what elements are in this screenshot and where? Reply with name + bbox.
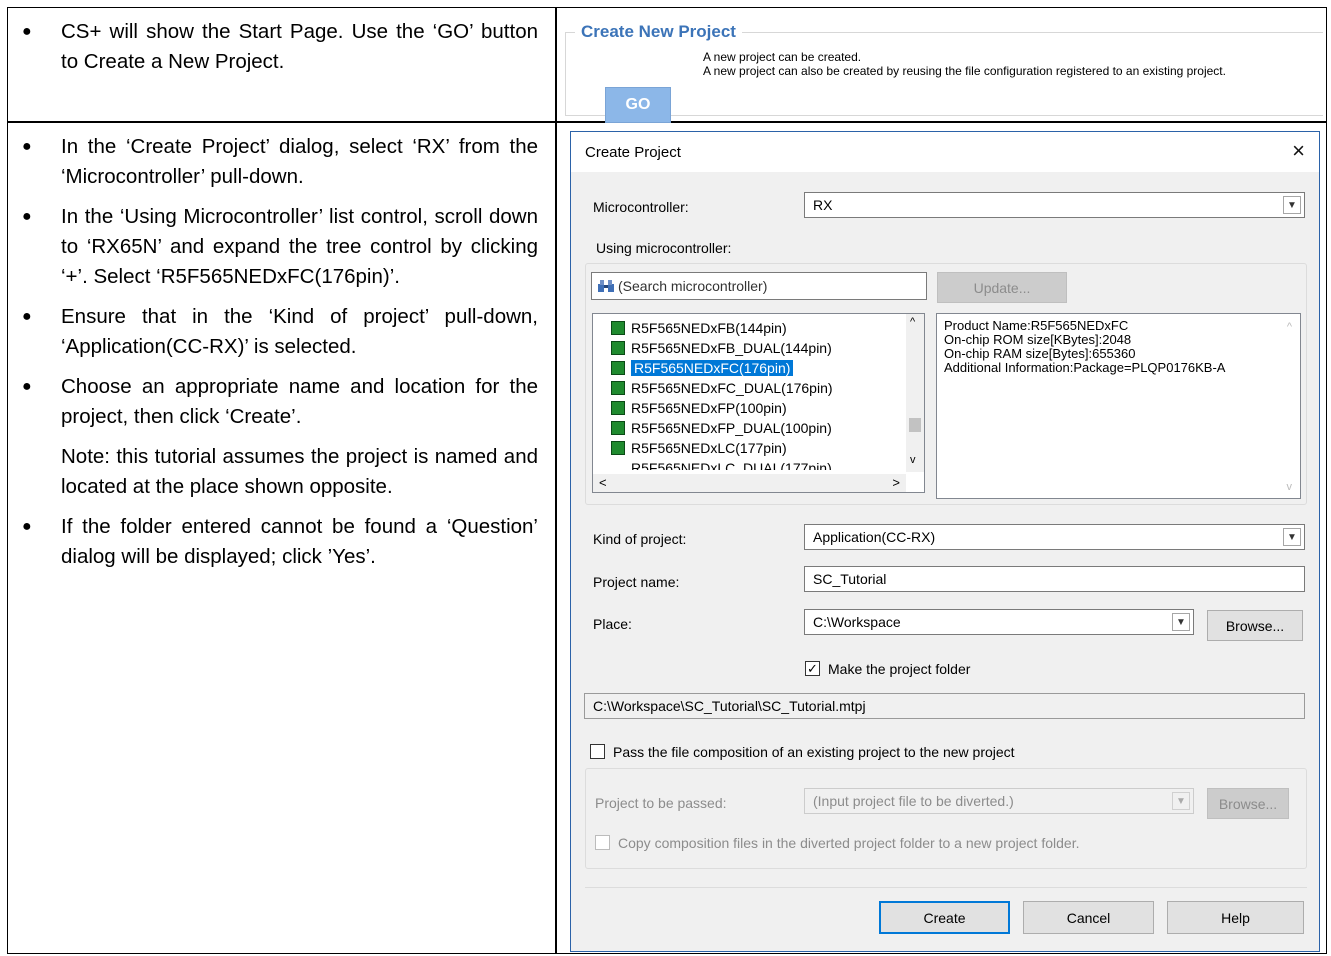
tree-item[interactable]: R5F565NEDxFP_DUAL(100pin) bbox=[611, 418, 832, 438]
project-name-label: Project name: bbox=[593, 574, 680, 590]
bullet-item: ● If the folder entered cannot be found a… bbox=[22, 515, 538, 568]
place-label: Place: bbox=[593, 616, 632, 632]
tree-item[interactable]: R5F565NEDxFB_DUAL(144pin) bbox=[611, 338, 832, 358]
chevron-down-icon[interactable]: ▼ bbox=[1283, 196, 1301, 214]
project-name-value: SC_Tutorial bbox=[813, 571, 887, 587]
project-to-be-passed-label: Project to be passed: bbox=[595, 795, 727, 811]
chevron-down-icon[interactable]: ▼ bbox=[1172, 613, 1190, 631]
info-line: Product Name:R5F565NEDxFC bbox=[944, 318, 1129, 333]
kind-of-project-select[interactable]: Application(CC-RX) ▼ bbox=[804, 524, 1305, 550]
place-select[interactable]: C:\Workspace ▼ bbox=[804, 609, 1194, 635]
microcontroller-select[interactable]: RX ▼ bbox=[804, 192, 1305, 218]
chip-icon bbox=[611, 421, 625, 435]
microcontroller-label: Microcontroller: bbox=[593, 199, 689, 215]
pass-project-group bbox=[585, 768, 1307, 869]
project-path-field: C:\Workspace\SC_Tutorial\SC_Tutorial.mtp… bbox=[584, 693, 1305, 719]
bullet-item: ● Choose an appropriate name and location… bbox=[22, 375, 538, 428]
chip-icon bbox=[611, 401, 625, 415]
dialog-title: Create Project bbox=[585, 144, 681, 161]
info-scroll-down-icon: v bbox=[1286, 481, 1293, 493]
chip-icon bbox=[611, 381, 625, 395]
update-button[interactable]: Update... bbox=[937, 272, 1067, 303]
tree-vertical-scrollbar[interactable]: ^ v bbox=[906, 314, 924, 472]
project-to-be-passed-select[interactable]: (Input project file to be diverted.) ▼ bbox=[804, 788, 1194, 814]
bullet-item: ● In the ‘Create Project’ dialog, select … bbox=[22, 135, 538, 188]
scroll-thumb[interactable] bbox=[909, 418, 921, 432]
tree-item[interactable]: R5F565NEDxLC(177pin) bbox=[611, 438, 787, 458]
chevron-down-icon[interactable]: ▼ bbox=[1172, 792, 1190, 810]
tree-item[interactable]: R5F565NEDxLC_DUAL(177pin) bbox=[631, 458, 832, 470]
product-info-box: Product Name:R5F565NEDxFC On-chip ROM si… bbox=[936, 313, 1301, 499]
scroll-right-icon[interactable]: > bbox=[892, 475, 900, 490]
place-value: C:\Workspace bbox=[813, 614, 901, 630]
desc-line-1: A new project can be created. bbox=[703, 50, 862, 64]
desc-line-2: A new project can also be created by reu… bbox=[703, 64, 1226, 78]
note-text: Note: this tutorial assumes the project … bbox=[61, 445, 538, 498]
chip-icon bbox=[611, 341, 625, 355]
using-microcontroller-label: Using microcontroller: bbox=[596, 240, 732, 256]
tree-item[interactable]: R5F565NEDxFP(100pin) bbox=[611, 398, 787, 418]
info-line: On-chip RAM size[Bytes]:655360 bbox=[944, 346, 1136, 361]
close-icon[interactable]: × bbox=[1292, 138, 1305, 164]
chip-icon bbox=[611, 441, 625, 455]
bullet-item: ● Ensure that in the ‘Kind of project’ pu… bbox=[22, 305, 538, 358]
chevron-down-icon[interactable]: ▼ bbox=[1283, 528, 1301, 546]
pass-composition-label: Pass the file composition of an existing… bbox=[613, 744, 1015, 760]
tree-item[interactable]: R5F565NEDxFC_DUAL(176pin) bbox=[611, 378, 833, 398]
project-to-be-passed-placeholder: (Input project file to be diverted.) bbox=[813, 793, 1014, 809]
scroll-left-icon[interactable]: < bbox=[599, 475, 607, 490]
scroll-down-icon[interactable]: v bbox=[910, 454, 916, 466]
search-placeholder: (Search microcontroller) bbox=[618, 278, 768, 294]
info-scroll-up-icon: ^ bbox=[1286, 321, 1292, 333]
dialog-titlebar: Create Project × bbox=[571, 132, 1319, 172]
browse-passed-button[interactable]: Browse... bbox=[1207, 788, 1289, 819]
microcontroller-value: RX bbox=[813, 197, 833, 213]
group-title: Create New Project bbox=[575, 22, 742, 42]
chip-icon bbox=[611, 361, 625, 375]
create-project-dialog: Create Project × Microcontroller: RX ▼ U… bbox=[570, 131, 1320, 952]
separator bbox=[585, 887, 1307, 888]
cancel-button[interactable]: Cancel bbox=[1023, 901, 1154, 934]
info-line: Additional Information:Package=PLQP0176K… bbox=[944, 360, 1226, 375]
create-new-project-group: Create New Project GO A new project can … bbox=[565, 22, 1323, 123]
go-button[interactable]: GO bbox=[605, 87, 671, 123]
binoculars-icon bbox=[598, 280, 614, 292]
pass-composition-checkbox[interactable] bbox=[590, 744, 605, 759]
project-path-value: C:\Workspace\SC_Tutorial\SC_Tutorial.mtp… bbox=[593, 698, 866, 714]
tree-item-selected[interactable]: R5F565NEDxFC(176pin) bbox=[611, 358, 795, 378]
chip-icon bbox=[611, 321, 625, 335]
group-description: A new project can be created. A new proj… bbox=[703, 50, 1226, 78]
make-folder-label: Make the project folder bbox=[828, 661, 971, 677]
search-microcontroller-input[interactable]: (Search microcontroller) bbox=[591, 272, 927, 300]
kind-of-project-value: Application(CC-RX) bbox=[813, 529, 936, 545]
bullet-item: ● In the ‘Using Microcontroller’ list con… bbox=[22, 205, 538, 288]
make-folder-checkbox[interactable]: ✓ bbox=[805, 661, 820, 676]
kind-of-project-label: Kind of project: bbox=[593, 531, 687, 547]
scroll-up-icon[interactable]: ^ bbox=[910, 316, 915, 328]
tree-horizontal-scrollbar[interactable]: < > bbox=[593, 474, 906, 492]
create-button[interactable]: Create bbox=[879, 901, 1010, 934]
row1-text: ● CS+ will show the Start Page. Use the ‘… bbox=[8, 17, 538, 87]
copy-composition-label: Copy composition files in the diverted p… bbox=[618, 835, 1080, 851]
browse-button[interactable]: Browse... bbox=[1207, 610, 1303, 641]
info-line: On-chip ROM size[KBytes]:2048 bbox=[944, 332, 1132, 347]
project-name-input[interactable]: SC_Tutorial bbox=[804, 566, 1305, 592]
row2-text: ● In the ‘Create Project’ dialog, select … bbox=[8, 132, 538, 582]
column-divider bbox=[555, 8, 557, 953]
copy-composition-checkbox[interactable] bbox=[595, 835, 610, 850]
microcontroller-tree[interactable]: R5F565NEDxFB(144pin) R5F565NEDxFB_DUAL(1… bbox=[592, 313, 925, 493]
tree-item[interactable]: R5F565NEDxFB(144pin) bbox=[611, 318, 787, 338]
bullet-item: ● CS+ will show the Start Page. Use the ‘… bbox=[22, 20, 538, 73]
help-button[interactable]: Help bbox=[1167, 901, 1304, 934]
